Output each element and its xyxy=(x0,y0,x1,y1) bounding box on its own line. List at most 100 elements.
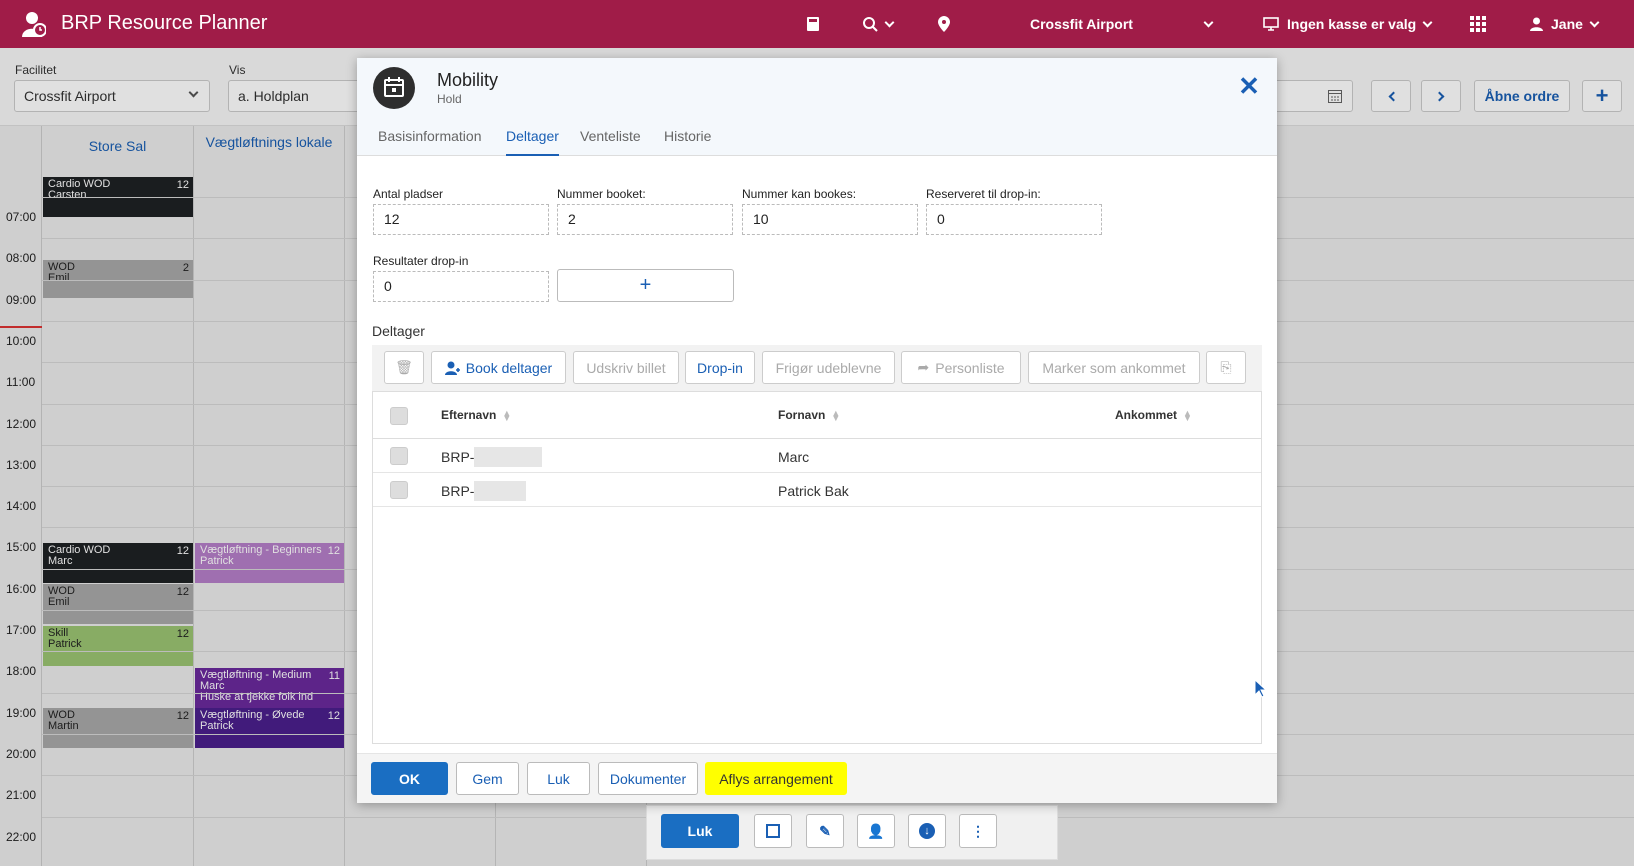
tab-basisinformation[interactable]: Basisinformation xyxy=(378,128,482,144)
section-label-deltager: Deltager xyxy=(372,323,425,339)
save-button[interactable]: Gem xyxy=(456,762,519,795)
event-dialog: Mobility Hold ✕ Basisinformation Deltage… xyxy=(357,58,1277,803)
book-participant-label: Book deltager xyxy=(465,359,553,376)
apps-grid-button[interactable] xyxy=(1470,0,1486,48)
calendar-event-icon xyxy=(373,67,415,109)
nummer-kan-bookes-label: Nummer kan bookes: xyxy=(742,187,857,201)
redacted-block xyxy=(474,446,543,467)
resultater-drop-in-field[interactable]: 0 xyxy=(373,271,549,302)
firstname-cell: Patrick Bak xyxy=(778,483,849,499)
mouse-cursor-icon xyxy=(1255,680,1267,698)
reserveret-drop-in-label: Reserveret til drop-in: xyxy=(926,187,1041,201)
column-header-efternavn[interactable]: Efternavn ▲ ▼ xyxy=(441,408,511,422)
antal-pladser-field[interactable]: 12 xyxy=(373,204,549,235)
bottom-close-button[interactable]: Luk xyxy=(661,814,739,848)
tab-historie[interactable]: Historie xyxy=(664,128,711,144)
nummer-booket-field[interactable]: 2 xyxy=(557,204,733,235)
row-checkbox[interactable] xyxy=(390,447,408,465)
antal-pladser-label: Antal pladser xyxy=(373,187,444,201)
nummer-booket-label: Nummer booket: xyxy=(557,187,646,201)
chevron-down-icon xyxy=(1203,17,1214,27)
participant-table: Efternavn ▲ ▼ Fornavn ▲ ▼ Ankommet ▲ ▼ BRP- Ma… xyxy=(372,391,1262,744)
column-header-label: Ankommet xyxy=(1115,408,1178,422)
location-pin-button[interactable] xyxy=(938,0,950,48)
ok-button[interactable]: OK xyxy=(371,762,448,795)
redacted-block xyxy=(474,480,527,501)
sort-icon: ▲ ▼ xyxy=(502,407,512,423)
monitor-icon xyxy=(1263,17,1279,31)
edit-button[interactable]: ✎ xyxy=(806,814,844,848)
apps-grid-icon xyxy=(1470,16,1486,32)
trash-icon: 🗑 xyxy=(395,359,413,375)
location-label: Crossfit Airport xyxy=(1030,16,1133,32)
sidebar-toggle-button[interactable] xyxy=(754,814,792,848)
share-icon: ➦ xyxy=(917,359,930,375)
column-header-ankommet[interactable]: Ankommet ▲ ▼ xyxy=(1115,408,1192,422)
edit-icon: ✎ xyxy=(819,822,831,839)
chevron-down-icon xyxy=(1422,17,1433,27)
reserveret-drop-in-field[interactable]: 0 xyxy=(926,204,1102,235)
dialog-title: Mobility xyxy=(437,70,499,90)
tab-venteliste[interactable]: Venteliste xyxy=(580,128,641,144)
download-button[interactable]: ↓ xyxy=(908,814,946,848)
dialog-tabs: Basisinformation Deltager Venteliste His… xyxy=(357,118,1277,156)
dialog-subtitle: Hold xyxy=(437,92,462,106)
user-menu[interactable]: Jane xyxy=(1530,0,1600,48)
register-label: Ingen kasse er valg xyxy=(1287,16,1417,32)
user-icon xyxy=(1530,17,1543,31)
download-icon: ↓ xyxy=(919,823,935,839)
delete-button[interactable]: 🗑 xyxy=(384,351,424,384)
column-header-fornavn[interactable]: Fornavn ▲ ▼ xyxy=(778,408,840,422)
cash-register-icon xyxy=(807,17,819,31)
mark-arrived-button[interactable]: Marker som ankommet xyxy=(1028,351,1200,384)
more-button[interactable]: ⋮ xyxy=(959,814,997,848)
person-list-button[interactable]: ➦ Personliste xyxy=(901,351,1021,384)
user-plus-icon xyxy=(444,361,460,375)
location-select[interactable]: Crossfit Airport xyxy=(1030,0,1133,48)
nummer-kan-bookes-field[interactable]: 10 xyxy=(742,204,918,235)
settings-menu[interactable] xyxy=(862,0,895,48)
sort-icon: ▲ ▼ xyxy=(831,407,841,423)
resource-planner-logo-icon xyxy=(22,12,46,37)
more-vertical-icon: ⋮ xyxy=(971,822,985,839)
table-row[interactable]: BRP- Marc xyxy=(373,439,1261,473)
column-header-label: Fornavn xyxy=(778,408,826,422)
print-ticket-button[interactable]: Udskriv billet xyxy=(573,351,679,384)
copy-icon: ⎘ xyxy=(1220,359,1232,375)
firstname-cell: Marc xyxy=(778,449,810,465)
drop-in-button[interactable]: Drop-in xyxy=(685,351,755,384)
panel-icon xyxy=(766,824,780,838)
location-chevron[interactable] xyxy=(1203,0,1214,48)
lastname-text: BRP- xyxy=(441,483,475,499)
map-pin-icon xyxy=(938,16,950,32)
dialog-header: Mobility Hold ✕ xyxy=(357,58,1277,118)
cancel-event-button[interactable]: Aflys arrangement xyxy=(705,762,847,795)
search-location-icon xyxy=(863,17,878,32)
close-button[interactable]: Luk xyxy=(527,762,590,795)
chevron-down-icon xyxy=(1589,17,1600,27)
add-drop-in-button[interactable]: + xyxy=(557,269,734,302)
register-select[interactable]: Ingen kasse er valg xyxy=(1263,0,1433,48)
close-icon[interactable]: ✕ xyxy=(1237,73,1261,99)
column-header-label: Efternavn xyxy=(441,408,497,422)
book-participant-button[interactable]: Book deltager xyxy=(431,351,566,384)
participant-toolbar: 🗑 Book deltager Udskriv billet Drop-in F… xyxy=(372,345,1262,391)
copy-button[interactable]: ⎘ xyxy=(1206,351,1246,384)
sort-icon: ▲ ▼ xyxy=(1183,407,1192,423)
dialog-footer: OK Gem Luk Dokumenter Aflys arrangement xyxy=(357,753,1277,803)
release-no-shows-button[interactable]: Frigør udeblevne xyxy=(762,351,895,384)
table-row[interactable]: BRP- Patrick Bak xyxy=(373,473,1261,507)
user-plus-icon: 👤 xyxy=(867,822,885,839)
chevron-down-icon xyxy=(884,17,895,27)
tab-deltager[interactable]: Deltager xyxy=(506,128,559,156)
resultater-drop-in-label: Resultater drop-in xyxy=(373,254,469,268)
documents-button[interactable]: Dokumenter xyxy=(598,762,698,795)
person-list-label: Personliste xyxy=(935,359,1005,376)
row-checkbox[interactable] xyxy=(390,481,408,499)
add-participant-button[interactable]: 👤 xyxy=(857,814,895,848)
register-button[interactable] xyxy=(806,0,820,48)
top-bar: BRP Resource Planner Crossfit Airport In… xyxy=(0,0,1634,48)
app-title: BRP Resource Planner xyxy=(61,12,268,34)
lastname-cell: BRP- xyxy=(441,480,527,501)
select-all-checkbox[interactable] xyxy=(390,407,408,425)
